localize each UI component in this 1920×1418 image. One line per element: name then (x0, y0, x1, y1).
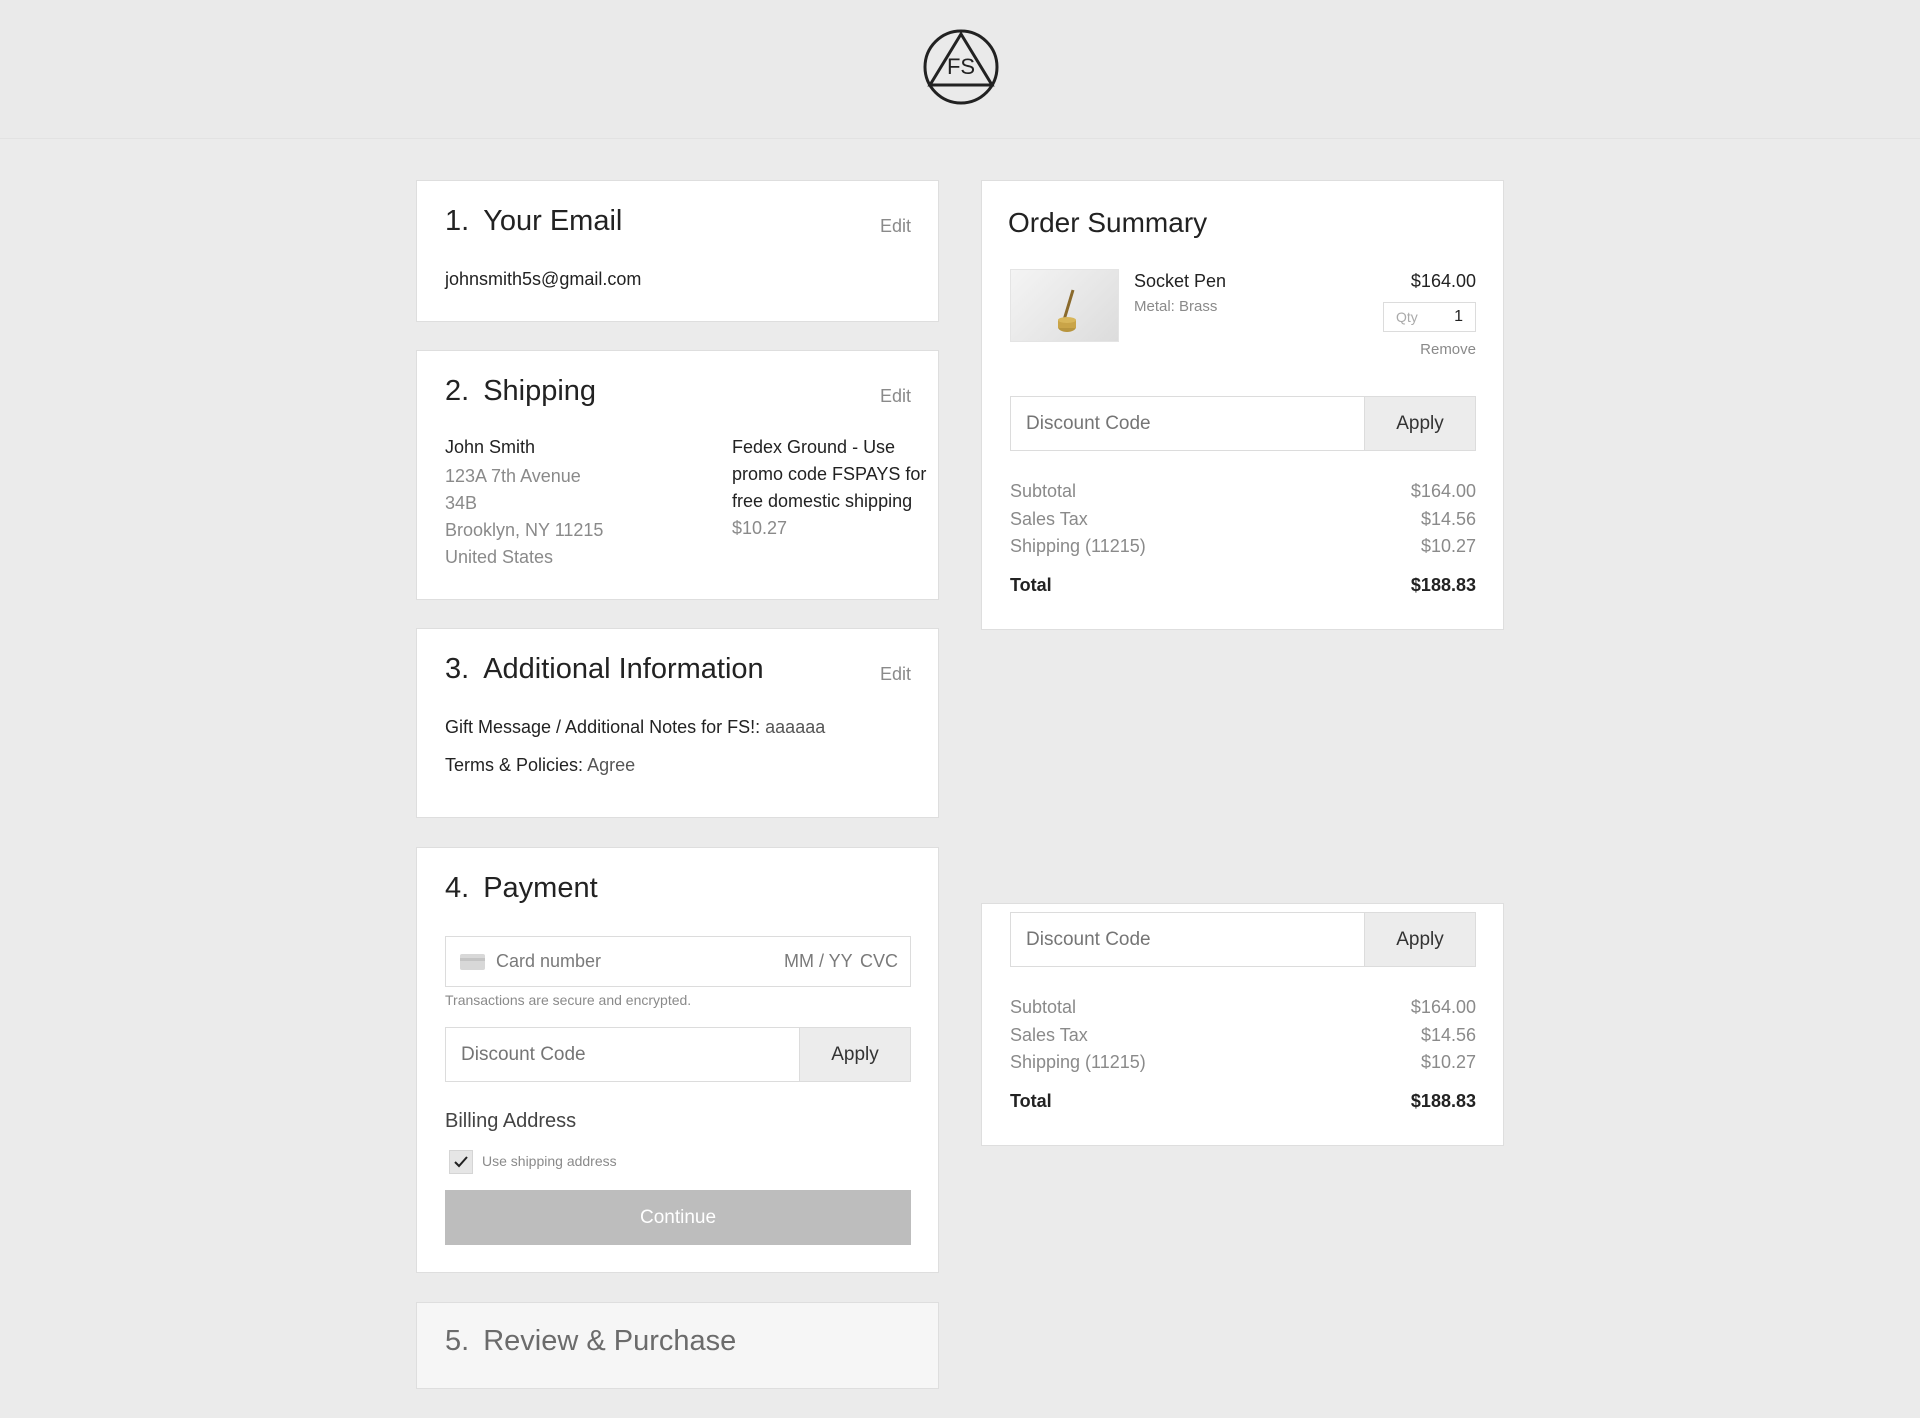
use-shipping-label[interactable]: Use shipping address (482, 1153, 617, 1169)
brand-logo[interactable]: FS (922, 28, 1000, 106)
step-title-text: Shipping (483, 375, 597, 407)
secure-note: Transactions are secure and encrypted. (445, 992, 692, 1008)
subtotal-label: Subtotal (1010, 997, 1077, 1017)
sales-tax-row: Sales Tax $14.56 (1010, 509, 1476, 533)
header-bar: FS (0, 0, 1920, 139)
step-number: 1. (445, 205, 470, 237)
product-variant: Metal: Brass (1134, 298, 1218, 315)
email-value: johnsmith5s@gmail.com (445, 269, 642, 289)
remove-link[interactable]: Remove (1420, 341, 1476, 358)
shipping-edit-link[interactable]: Edit (880, 386, 911, 407)
use-shipping-checkbox[interactable] (449, 1150, 473, 1174)
gift-message-label: Gift Message / Additional Notes for FS!: (445, 717, 761, 737)
payment-apply-button[interactable]: Apply (799, 1028, 910, 1081)
total-label: Total (1010, 575, 1052, 595)
shipping-method-line: Fedex Ground - Use (732, 437, 896, 457)
lower-discount-input[interactable] (1011, 913, 1367, 966)
credit-card-icon (460, 954, 485, 970)
card-number-placeholder: Card number (496, 951, 602, 971)
summary-discount-group: Apply (1010, 396, 1476, 451)
summary-discount-input[interactable] (1011, 397, 1367, 450)
product-price: $164.00 (1410, 271, 1476, 291)
shipping-section: 2. Shipping Edit John Smith 123A 7th Aven… (416, 350, 939, 600)
total-label: Total (1010, 1091, 1052, 1111)
summary-apply-button[interactable]: Apply (1364, 397, 1475, 450)
review-section[interactable]: 5. Review & Purchase (416, 1302, 939, 1389)
step-title-text: Review & Purchase (483, 1325, 737, 1357)
address-line: 123A 7th Avenue (445, 466, 581, 486)
shipping-method-price: $10.27 (732, 518, 788, 538)
additional-edit-link[interactable]: Edit (880, 664, 911, 685)
qty-value[interactable]: 1 (1454, 308, 1463, 326)
shipping-name: John Smith (445, 437, 536, 457)
shipping-method-line: free domestic shipping (732, 491, 913, 511)
subtotal-label: Subtotal (1010, 481, 1077, 501)
terms-value: Agree (587, 755, 636, 775)
payment-section: 4. Payment Card number MM / YY CVC Transa… (416, 847, 939, 1273)
shipping-cost-label: Shipping (11215) (1010, 536, 1146, 556)
step-number: 3. (445, 653, 470, 685)
email-edit-link[interactable]: Edit (880, 216, 911, 237)
payment-discount-input[interactable] (446, 1028, 802, 1081)
total-row: Total $188.83 (1010, 575, 1476, 599)
total-value: $188.83 (1410, 575, 1476, 595)
additional-info-section: 3. Additional Information Edit Gift Messa… (416, 628, 939, 818)
gift-message-value: aaaaaa (765, 717, 826, 737)
sales-tax-label: Sales Tax (1010, 509, 1088, 529)
billing-address-heading: Billing Address (445, 1110, 577, 1132)
address-line: United States (445, 547, 554, 567)
address-line: Brooklyn, NY 11215 (445, 520, 604, 540)
order-summary-title: Order Summary (1008, 207, 1208, 238)
product-thumbnail (1010, 269, 1119, 342)
review-section-title: 5. Review & Purchase (445, 1325, 736, 1358)
expiry-placeholder[interactable]: MM / YY (784, 951, 853, 972)
step-number: 2. (445, 375, 470, 407)
shipping-cost-value: $10.27 (1420, 536, 1476, 556)
subtotal-row: Subtotal $164.00 (1010, 997, 1476, 1021)
checkmark-icon (454, 1156, 468, 1168)
email-section: 1. Your Email Edit johnsmith5s@gmail.com (416, 180, 939, 322)
order-summary-card: Order Summary Socket Pen Metal: Brass $1… (981, 180, 1504, 630)
terms-row: Terms & Policies: Agree (445, 755, 635, 776)
qty-label: Qty (1396, 309, 1418, 325)
step-number: 4. (445, 872, 470, 904)
lower-apply-button[interactable]: Apply (1364, 913, 1475, 966)
address-line: 34B (445, 493, 478, 513)
shipping-cost-value: $10.27 (1420, 1052, 1476, 1072)
step-title-text: Your Email (483, 205, 623, 237)
product-name[interactable]: Socket Pen (1134, 271, 1226, 292)
sales-tax-label: Sales Tax (1010, 1025, 1088, 1045)
continue-button[interactable]: Continue (445, 1190, 911, 1245)
pen-image-icon (1058, 289, 1076, 332)
total-row: Total $188.83 (1010, 1091, 1476, 1115)
subtotal-value: $164.00 (1410, 481, 1476, 501)
brand-logo-text: FS (947, 54, 975, 79)
total-value: $188.83 (1410, 1091, 1476, 1111)
card-number-input[interactable]: Card number MM / YY CVC (445, 936, 911, 987)
step-title-text: Payment (483, 872, 598, 904)
subtotal-value: $164.00 (1410, 997, 1476, 1017)
sales-tax-value: $14.56 (1420, 509, 1476, 529)
additional-info-title: 3. Additional Information (445, 653, 764, 686)
shipping-cost-row: Shipping (11215) $10.27 (1010, 536, 1476, 560)
shipping-section-title: 2. Shipping (445, 375, 596, 408)
step-title-text: Additional Information (483, 653, 764, 685)
payment-discount-group: Apply (445, 1027, 911, 1082)
subtotal-row: Subtotal $164.00 (1010, 481, 1476, 505)
cvc-placeholder[interactable]: CVC (860, 951, 898, 972)
terms-label: Terms & Policies: (445, 755, 584, 775)
step-number: 5. (445, 1325, 470, 1357)
shipping-cost-label: Shipping (11215) (1010, 1052, 1146, 1072)
shipping-method: Fedex Ground - Use promo code FSPAYS for… (732, 434, 932, 542)
payment-section-title: 4. Payment (445, 872, 598, 905)
gift-message-row: Gift Message / Additional Notes for FS!:… (445, 717, 825, 738)
lower-discount-group: Apply (1010, 912, 1476, 967)
sales-tax-row: Sales Tax $14.56 (1010, 1025, 1476, 1049)
shipping-method-line: promo code FSPAYS for (732, 464, 927, 484)
summary-totals-card: Apply Subtotal $164.00 Sales Tax $14.56 … (981, 903, 1504, 1146)
email-section-title: 1. Your Email (445, 205, 622, 238)
shipping-cost-row: Shipping (11215) $10.27 (1010, 1052, 1476, 1076)
sales-tax-value: $14.56 (1420, 1025, 1476, 1045)
quantity-field[interactable]: Qty 1 (1383, 302, 1476, 332)
